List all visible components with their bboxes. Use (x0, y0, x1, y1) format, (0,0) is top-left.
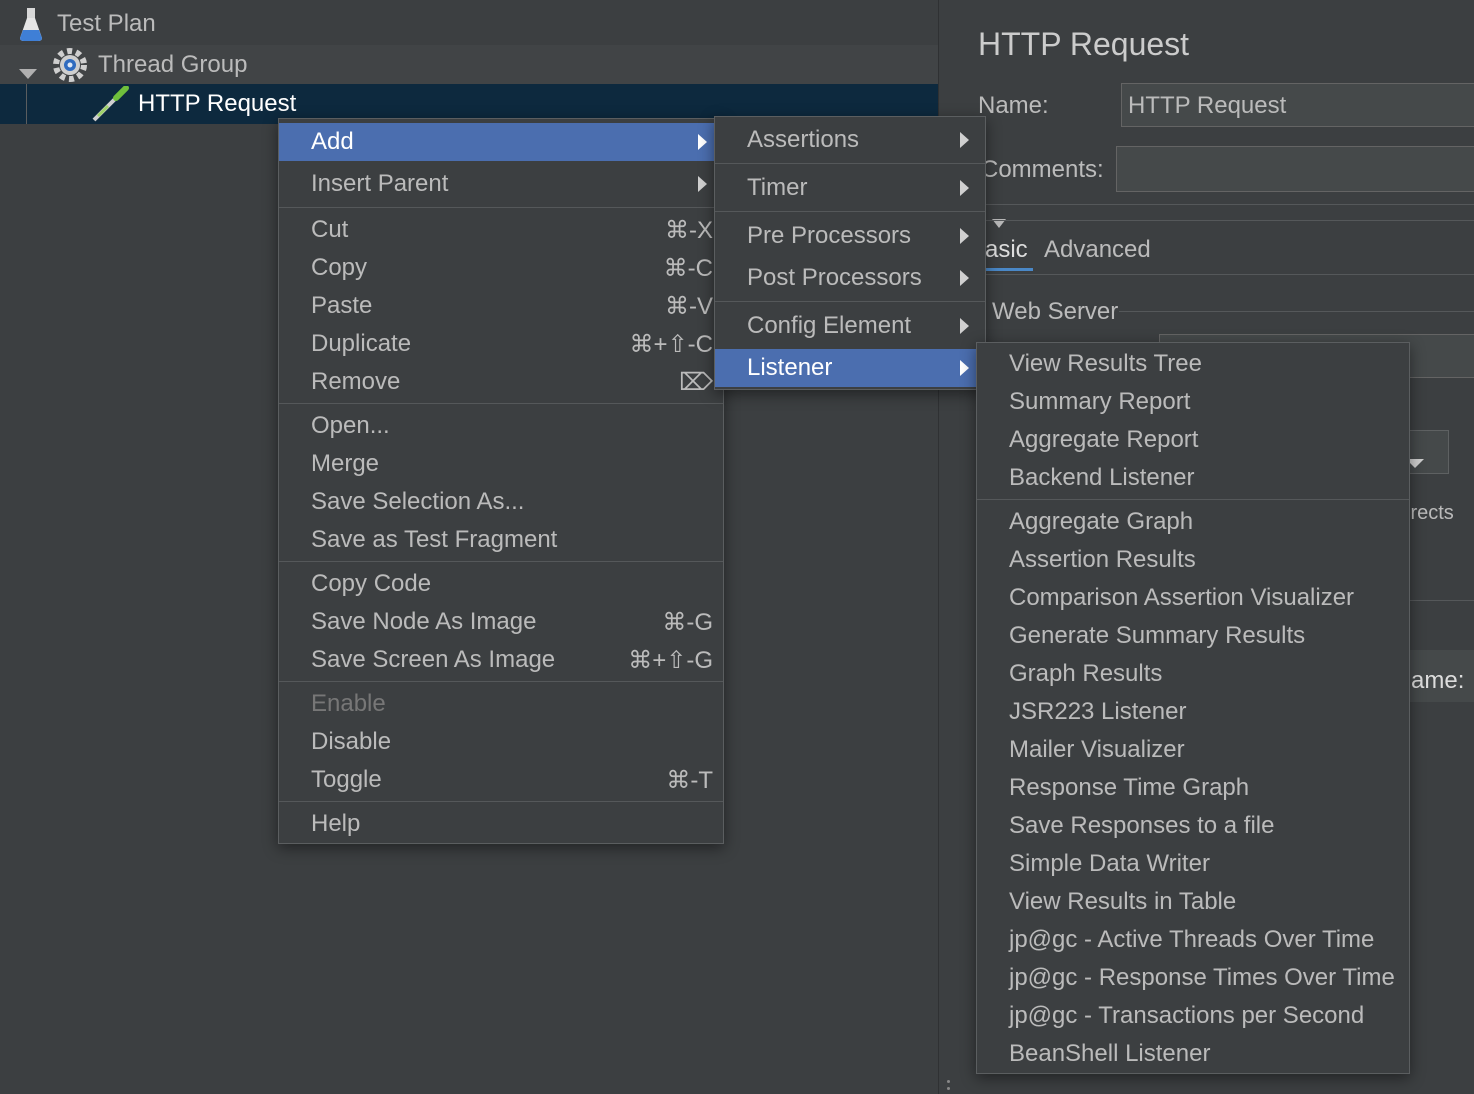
menu-item-view-results-in-table[interactable]: View Results in Table (977, 883, 1409, 921)
web-server-label: Web Server (992, 298, 1119, 325)
menu-item-backend-listener[interactable]: Backend Listener (977, 459, 1409, 497)
listener-submenu: View Results Tree Summary Report Aggrega… (976, 342, 1410, 1074)
menu-item-insert-parent[interactable]: Insert Parent (279, 165, 723, 203)
menu-item-graph-results[interactable]: Graph Results (977, 655, 1409, 693)
menu-item-remove[interactable]: Remove ⌦ (279, 363, 723, 401)
menu-separator (279, 561, 723, 562)
menu-item-assertion-results[interactable]: Assertion Results (977, 541, 1409, 579)
menu-item-save-screen-image[interactable]: Save Screen As Image ⌘+⇧-G (279, 641, 723, 679)
menu-item-save-responses[interactable]: Save Responses to a file (977, 807, 1409, 845)
chevron-down-icon[interactable] (18, 59, 38, 87)
menu-item-paste[interactable]: Paste ⌘-V (279, 287, 723, 325)
menu-item-listener[interactable]: Listener (715, 349, 985, 387)
name-field-value: HTTP Request (1128, 92, 1287, 119)
menu-item-duplicate[interactable]: Duplicate ⌘+⇧-C (279, 325, 723, 363)
submenu-arrow-icon (698, 134, 707, 150)
menu-item-pre-processors[interactable]: Pre Processors (715, 217, 985, 255)
submenu-arrow-icon (960, 132, 969, 148)
comments-field[interactable] (1116, 146, 1474, 192)
menu-item-copy-code[interactable]: Copy Code (279, 565, 723, 603)
menu-separator (715, 163, 985, 164)
submenu-arrow-icon (960, 360, 969, 376)
collapse-arrow-icon[interactable] (992, 208, 1006, 236)
menu-item-comparison-assertion-visualizer[interactable]: Comparison Assertion Visualizer (977, 579, 1409, 617)
menu-separator (279, 403, 723, 404)
menu-separator (715, 211, 985, 212)
tree-item-thread-group[interactable]: Thread Group (0, 45, 938, 85)
submenu-arrow-icon (960, 180, 969, 196)
menu-separator (279, 801, 723, 802)
menu-item-config-element[interactable]: Config Element (715, 307, 985, 345)
menu-item-aggregate-report[interactable]: Aggregate Report (977, 421, 1409, 459)
group-border (1119, 311, 1474, 312)
menu-item-simple-data-writer[interactable]: Simple Data Writer (977, 845, 1409, 883)
menu-item-toggle[interactable]: Toggle ⌘-T (279, 761, 723, 799)
menu-item-jsr223-listener[interactable]: JSR223 Listener (977, 693, 1409, 731)
menu-item-view-results-tree[interactable]: View Results Tree (977, 345, 1409, 383)
menu-item-copy[interactable]: Copy ⌘-C (279, 249, 723, 287)
divider (959, 204, 1474, 205)
menu-item-save-selection[interactable]: Save Selection As... (279, 483, 723, 521)
menu-item-open[interactable]: Open... (279, 407, 723, 445)
menu-item-save-fragment[interactable]: Save as Test Fragment (279, 521, 723, 559)
menu-item-mailer-visualizer[interactable]: Mailer Visualizer (977, 731, 1409, 769)
menu-item-beanshell-listener[interactable]: BeanShell Listener (977, 1035, 1409, 1073)
menu-separator (715, 301, 985, 302)
submenu-arrow-icon (960, 270, 969, 286)
name-column-header: ame: (1411, 667, 1465, 694)
pipette-icon (90, 85, 130, 129)
flask-icon (18, 6, 44, 49)
menu-item-generate-summary-results[interactable]: Generate Summary Results (977, 617, 1409, 655)
tab-basic-underline (981, 268, 1033, 271)
add-submenu: Assertions Timer Pre Processors Post Pro… (714, 116, 986, 390)
menu-item-summary-report[interactable]: Summary Report (977, 383, 1409, 421)
menu-separator (977, 499, 1409, 500)
menu-item-help[interactable]: Help (279, 805, 723, 843)
menu-item-add[interactable]: Add (279, 123, 723, 161)
menu-item-disable[interactable]: Disable (279, 723, 723, 761)
menu-item-response-time-graph[interactable]: Response Time Graph (977, 769, 1409, 807)
comments-label: Comments: (981, 156, 1104, 183)
divider (959, 220, 1474, 221)
menu-item-enable: Enable (311, 690, 386, 717)
submenu-arrow-icon (698, 176, 707, 192)
menu-item-post-processors[interactable]: Post Processors (715, 259, 985, 297)
menu-item-cut[interactable]: Cut ⌘-X (279, 211, 723, 249)
tab-advanced[interactable]: Advanced (1044, 236, 1151, 264)
tree-guide-line (26, 84, 27, 124)
panel-title: HTTP Request (978, 26, 1190, 62)
divider (1399, 600, 1474, 601)
menu-separator (279, 681, 723, 682)
submenu-arrow-icon (960, 228, 969, 244)
tree-label-http-request: HTTP Request (138, 90, 297, 117)
menu-item-save-node-image[interactable]: Save Node As Image ⌘-G (279, 603, 723, 641)
menu-item-aggregate-graph[interactable]: Aggregate Graph (977, 503, 1409, 541)
name-label: Name: (978, 92, 1049, 119)
tab-basic[interactable]: asic (985, 236, 1028, 264)
name-field[interactable]: HTTP Request (1121, 83, 1474, 127)
menu-item-jpgc-response-times[interactable]: jp@gc - Response Times Over Time (977, 959, 1409, 997)
menu-separator (279, 207, 723, 208)
menu-item-jpgc-active-threads[interactable]: jp@gc - Active Threads Over Time (977, 921, 1409, 959)
submenu-arrow-icon (960, 318, 969, 334)
menu-item-timer[interactable]: Timer (715, 169, 985, 207)
context-menu: Add Insert Parent Cut ⌘-X Copy ⌘-C Paste ⌘-… (278, 118, 724, 844)
menu-item-jpgc-transactions[interactable]: jp@gc - Transactions per Second (977, 997, 1409, 1035)
divider (959, 274, 1474, 275)
tree-label-thread-group: Thread Group (98, 51, 248, 78)
redirects-label: irects (1406, 502, 1454, 524)
menu-item-assertions[interactable]: Assertions (715, 121, 985, 159)
tree-label-test-plan: Test Plan (57, 10, 156, 37)
delete-key-icon: ⌦ (679, 368, 713, 396)
menu-item-merge[interactable]: Merge (279, 445, 723, 483)
tree-item-test-plan[interactable]: Test Plan (0, 4, 938, 44)
